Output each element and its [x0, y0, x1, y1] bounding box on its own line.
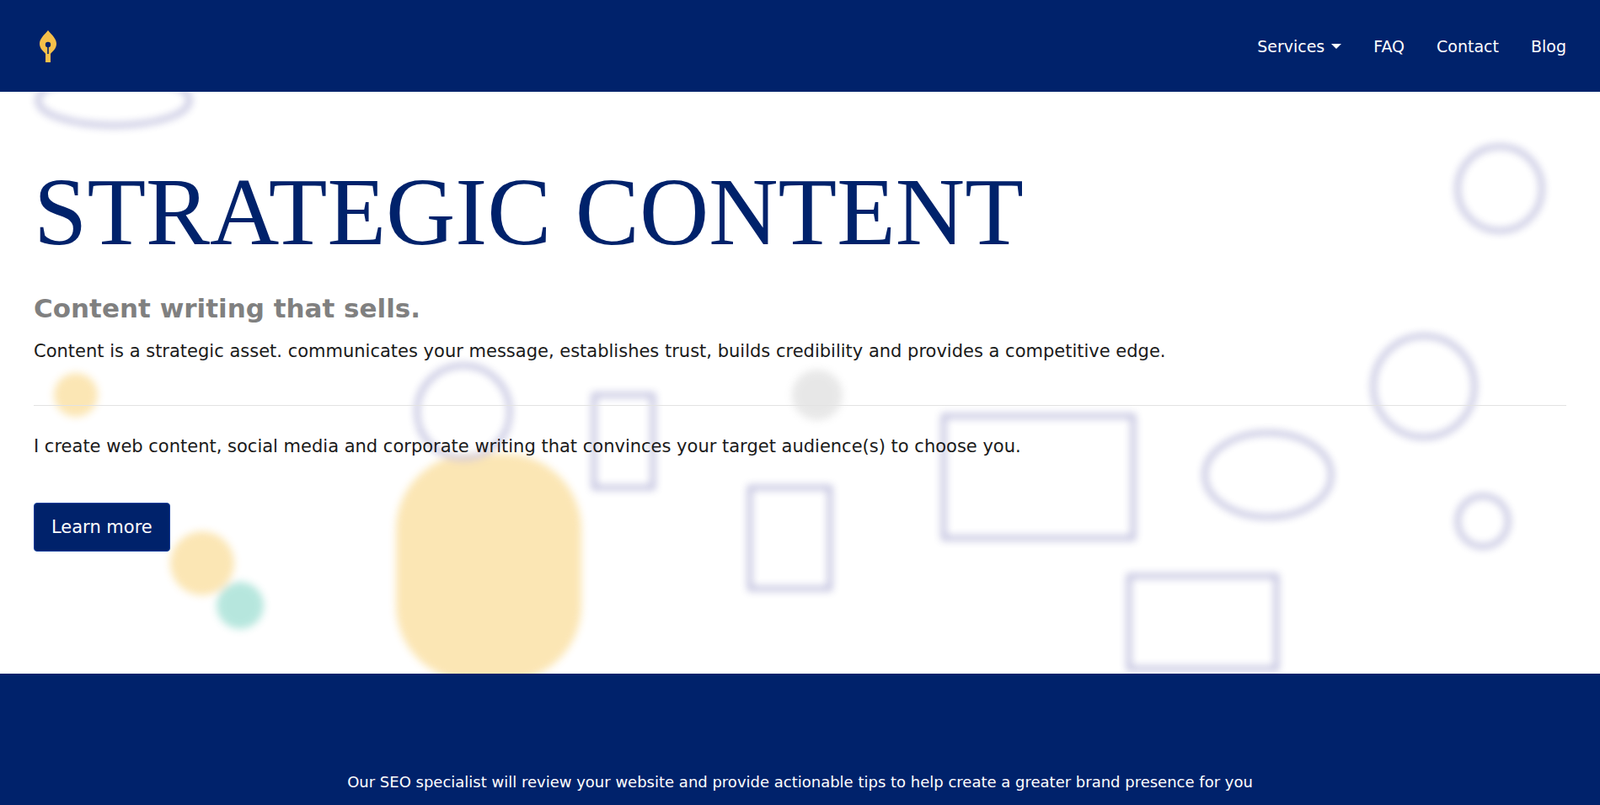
divider	[33, 405, 1567, 407]
hero-intro: Content is a strategic asset. communicat…	[33, 338, 1167, 366]
learn-more-button[interactable]: Learn more	[33, 503, 171, 552]
nav-menu: Services FAQ Contact Blog	[1257, 37, 1567, 56]
navbar: Services FAQ Contact Blog	[0, 0, 1600, 92]
nav-link[interactable]: Contact	[1436, 37, 1499, 56]
banner-text: Our SEO specialist will review your webs…	[347, 773, 1253, 792]
pen-nib-logo-icon[interactable]	[36, 28, 60, 65]
hero-content: STRATEGIC CONTENT Content writing that se…	[0, 91, 1600, 653]
hero-section: STRATEGIC CONTENT Content writing that se…	[0, 91, 1600, 675]
hero-title: STRATEGIC CONTENT	[33, 159, 1024, 265]
nav-link[interactable]: Services	[1257, 37, 1342, 56]
hero-subtitle: Content writing that sells.	[33, 293, 421, 325]
page: Services FAQ Contact Blog STRATEGIC CONTENT C…	[0, 0, 1600, 805]
nav-link[interactable]: Blog	[1530, 37, 1567, 56]
hero-pitch: I create web content, social media and c…	[33, 433, 1022, 461]
seo-banner: Our SEO specialist will review your webs…	[0, 674, 1600, 805]
nav-link[interactable]: FAQ	[1373, 37, 1405, 56]
dropdown-caret-icon	[1331, 43, 1342, 49]
